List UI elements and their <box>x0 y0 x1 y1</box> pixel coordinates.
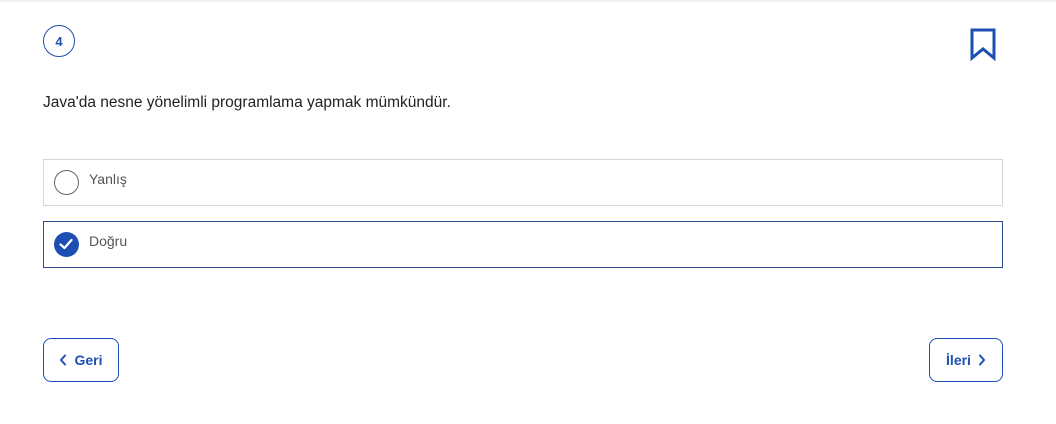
back-button[interactable]: Geri <box>43 338 119 382</box>
chevron-left-icon <box>59 354 67 366</box>
question-number: 4 <box>55 33 63 49</box>
answer-option-yanlis[interactable]: Yanlış <box>43 159 1003 206</box>
bookmark-icon[interactable] <box>968 27 998 62</box>
answer-option-dogru[interactable]: Doğru <box>43 221 1003 268</box>
radio-unchecked-icon[interactable] <box>54 170 79 195</box>
quiz-question-page: 4 Java'da nesne yönelimli programlama ya… <box>0 0 1056 424</box>
back-button-label: Geri <box>74 352 103 368</box>
answer-option-label: Doğru <box>89 233 128 249</box>
chevron-right-icon <box>978 354 986 366</box>
question-number-badge: 4 <box>43 25 75 57</box>
next-button[interactable]: İleri <box>929 338 1003 382</box>
question-text: Java'da nesne yönelimli programlama yapm… <box>43 94 451 111</box>
answer-option-label: Yanlış <box>89 171 127 187</box>
check-icon[interactable] <box>54 232 79 257</box>
next-button-label: İleri <box>946 352 971 368</box>
